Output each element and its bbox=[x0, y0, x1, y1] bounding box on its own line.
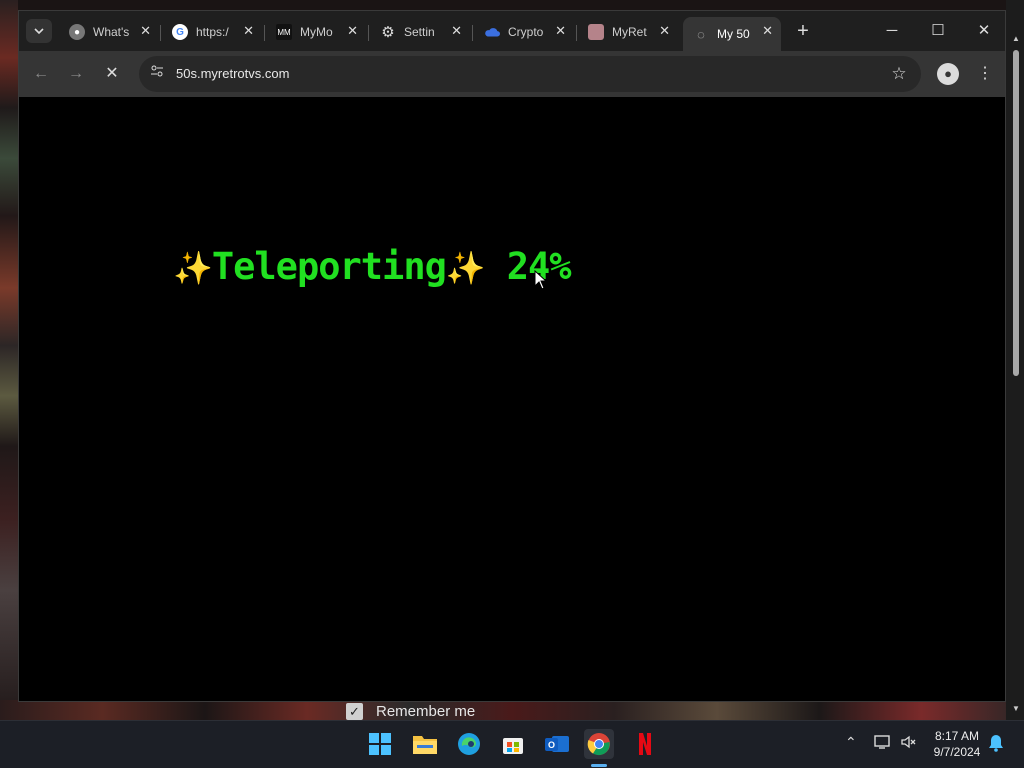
tab-title: MyRet bbox=[612, 25, 647, 39]
tab-divider bbox=[160, 25, 161, 41]
sparkles-icon: ✨ bbox=[445, 249, 486, 287]
close-icon[interactable]: ✕ bbox=[555, 23, 566, 39]
forward-button[interactable]: → bbox=[65, 63, 87, 85]
back-button[interactable]: ← bbox=[30, 63, 52, 85]
chevron-down-icon bbox=[34, 28, 44, 35]
clock-time: 8:17 AM bbox=[934, 729, 980, 743]
chrome-taskbar-icon[interactable] bbox=[584, 729, 614, 759]
tab-title: Crypto bbox=[508, 25, 544, 39]
minimize-button[interactable]: ─ bbox=[877, 19, 907, 43]
tab-settings[interactable]: ⚙ Settin ✕ bbox=[370, 17, 470, 47]
desktop-wallpaper bbox=[0, 0, 18, 720]
scrollbar[interactable]: ▲ ▼ bbox=[1010, 34, 1022, 720]
chevron-up-icon[interactable]: ⌃ bbox=[845, 734, 857, 751]
close-window-button[interactable]: ✕ bbox=[969, 19, 999, 43]
stop-loading-button[interactable]: ✕ bbox=[101, 63, 123, 85]
google-icon: G bbox=[172, 24, 188, 40]
tab-title: What's bbox=[93, 25, 130, 39]
sparkles-icon: ✨ bbox=[173, 249, 213, 287]
profile-avatar-icon[interactable]: ● bbox=[937, 63, 959, 85]
tab-title: Settin bbox=[404, 25, 435, 39]
tab-strip: ● What's ✕ G https:/ ✕ MM MyMo ✕ ⚙ Setti… bbox=[19, 11, 1005, 51]
file-explorer-icon[interactable] bbox=[410, 729, 440, 759]
tab-whats[interactable]: ● What's ✕ bbox=[59, 17, 159, 47]
netflix-icon[interactable] bbox=[630, 729, 660, 759]
edge-icon[interactable] bbox=[454, 729, 484, 759]
taskbar: O ⌃ 8:17 AM 9/7/2024 bbox=[0, 720, 1024, 768]
tab-https[interactable]: G https:/ ✕ bbox=[162, 17, 262, 47]
tab-title: My 50 bbox=[717, 27, 750, 41]
outlook-icon[interactable]: O bbox=[542, 729, 572, 759]
mouse-cursor-icon bbox=[534, 270, 548, 290]
scrollbar-thumb[interactable] bbox=[1013, 50, 1019, 376]
tab-mymovies[interactable]: MM MyMo ✕ bbox=[266, 17, 366, 47]
gear-icon: ⚙ bbox=[381, 24, 395, 41]
tab-my50s[interactable]: ◌ My 50 ✕ bbox=[683, 17, 781, 51]
close-icon[interactable]: ✕ bbox=[140, 23, 151, 39]
browser-toolbar: ← → ✕ 50s.myretrotvs.com ☆ ● ⋮ bbox=[19, 51, 1005, 97]
loading-text: Teleporting bbox=[211, 245, 447, 288]
remember-me[interactable]: ✓ Remember me bbox=[346, 701, 475, 721]
close-icon[interactable]: ✕ bbox=[659, 23, 670, 39]
retro-tv-icon bbox=[588, 24, 604, 40]
remember-me-label: Remember me bbox=[376, 702, 476, 720]
url-text[interactable]: 50s.myretrotvs.com bbox=[176, 56, 289, 92]
page-content: ✨Teleporting✨ 24% bbox=[19, 97, 1005, 701]
new-tab-button[interactable]: + bbox=[792, 20, 814, 42]
browser-menu-icon[interactable]: ⋮ bbox=[975, 63, 995, 85]
tab-divider bbox=[368, 25, 369, 41]
close-icon[interactable]: ✕ bbox=[762, 23, 773, 39]
windows-start-icon[interactable] bbox=[365, 729, 395, 759]
desktop-wallpaper-bottom bbox=[0, 700, 1024, 720]
active-app-indicator bbox=[591, 764, 607, 767]
notification-bell-icon[interactable] bbox=[988, 734, 1004, 755]
tab-title: https:/ bbox=[196, 25, 229, 39]
chrome-icon: ● bbox=[69, 24, 85, 40]
svg-text:O: O bbox=[548, 740, 555, 750]
browser-window: ● What's ✕ G https:/ ✕ MM MyMo ✕ ⚙ Setti… bbox=[18, 10, 1006, 702]
system-clock[interactable]: 8:17 AM 9/7/2024 bbox=[928, 728, 986, 760]
maximize-button[interactable]: ☐ bbox=[923, 19, 953, 43]
tab-crypto[interactable]: Crypto ✕ bbox=[474, 17, 574, 47]
tab-divider bbox=[576, 25, 577, 41]
tab-search-button[interactable] bbox=[26, 19, 52, 43]
scroll-down-icon[interactable]: ▼ bbox=[1010, 704, 1022, 716]
scroll-up-icon[interactable]: ▲ bbox=[1010, 34, 1022, 46]
volume-muted-icon[interactable] bbox=[900, 734, 918, 753]
clock-date: 9/7/2024 bbox=[933, 745, 981, 759]
cloud-icon bbox=[484, 24, 500, 40]
tab-myretro[interactable]: MyRet ✕ bbox=[578, 17, 678, 47]
close-icon[interactable]: ✕ bbox=[243, 23, 254, 39]
address-bar[interactable]: 50s.myretrotvs.com ☆ bbox=[139, 56, 921, 92]
tab-divider bbox=[472, 25, 473, 41]
teleporting-loader: ✨Teleporting✨ 24% bbox=[173, 245, 572, 288]
mymovies-icon: MM bbox=[276, 24, 292, 40]
close-icon[interactable]: ✕ bbox=[347, 23, 358, 39]
store-icon[interactable] bbox=[498, 729, 528, 759]
tab-divider bbox=[264, 25, 265, 41]
site-settings-icon[interactable] bbox=[147, 64, 167, 84]
network-icon[interactable] bbox=[874, 734, 892, 753]
tab-title: MyMo bbox=[300, 25, 333, 39]
close-icon[interactable]: ✕ bbox=[451, 23, 462, 39]
remember-me-checkbox[interactable]: ✓ bbox=[346, 702, 363, 720]
loading-icon: ◌ bbox=[697, 26, 705, 42]
bookmark-star-icon[interactable]: ☆ bbox=[889, 64, 909, 84]
